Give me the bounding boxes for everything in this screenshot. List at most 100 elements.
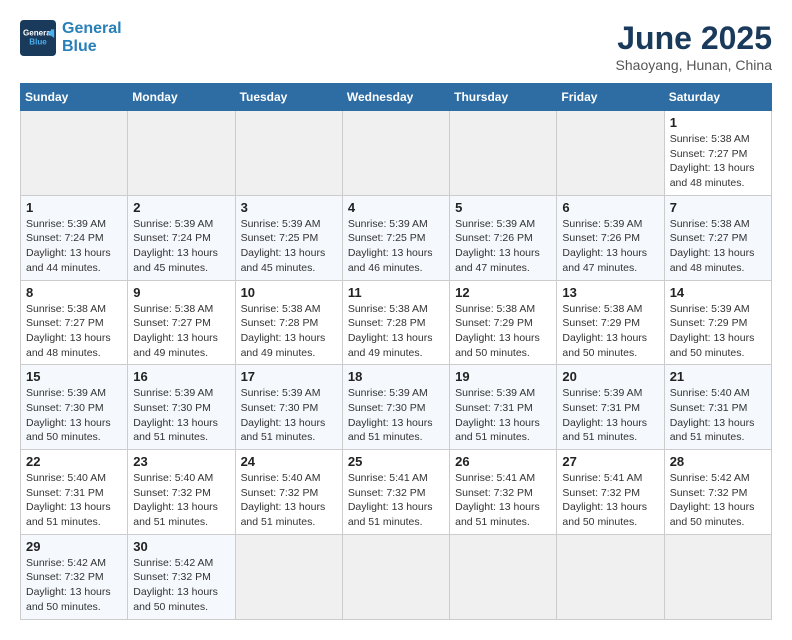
calendar-cell: 9 Sunrise: 5:38 AMSunset: 7:27 PMDaylight… — [128, 280, 235, 365]
calendar-cell: 21 Sunrise: 5:40 AMSunset: 7:31 PMDayligh… — [664, 365, 771, 450]
svg-text:Blue: Blue — [29, 37, 47, 46]
day-number: 8 — [26, 285, 122, 300]
calendar-cell — [128, 111, 235, 196]
day-number: 13 — [562, 285, 658, 300]
day-info: Sunrise: 5:42 AMSunset: 7:32 PMDaylight:… — [133, 556, 229, 615]
calendar-cell: 14 Sunrise: 5:39 AMSunset: 7:29 PMDayligh… — [664, 280, 771, 365]
col-friday: Friday — [557, 84, 664, 111]
calendar-cell: 12 Sunrise: 5:38 AMSunset: 7:29 PMDayligh… — [450, 280, 557, 365]
day-number: 24 — [241, 454, 337, 469]
calendar-cell: 8 Sunrise: 5:38 AMSunset: 7:27 PMDaylight… — [21, 280, 128, 365]
calendar-cell — [450, 111, 557, 196]
day-number: 3 — [241, 200, 337, 215]
day-info: Sunrise: 5:38 AMSunset: 7:28 PMDaylight:… — [241, 302, 337, 361]
day-info: Sunrise: 5:38 AMSunset: 7:27 PMDaylight:… — [670, 132, 766, 191]
day-info: Sunrise: 5:38 AMSunset: 7:27 PMDaylight:… — [670, 217, 766, 276]
day-number: 30 — [133, 539, 229, 554]
day-number: 2 — [133, 200, 229, 215]
day-info: Sunrise: 5:38 AMSunset: 7:29 PMDaylight:… — [562, 302, 658, 361]
calendar-cell — [450, 534, 557, 619]
calendar-cell: 19Sunrise: 5:39 AMSunset: 7:31 PMDayligh… — [450, 365, 557, 450]
day-number: 6 — [562, 200, 658, 215]
calendar-cell: 1Sunrise: 5:38 AMSunset: 7:27 PMDaylight… — [664, 111, 771, 196]
calendar-cell: 13 Sunrise: 5:38 AMSunset: 7:29 PMDayligh… — [557, 280, 664, 365]
calendar-cell: 22 Sunrise: 5:40 AMSunset: 7:31 PMDayligh… — [21, 450, 128, 535]
calendar-cell: 18Sunrise: 5:39 AMSunset: 7:30 PMDayligh… — [342, 365, 449, 450]
calendar-cell: 29 Sunrise: 5:42 AMSunset: 7:32 PMDayligh… — [21, 534, 128, 619]
day-info: Sunrise: 5:38 AMSunset: 7:27 PMDaylight:… — [26, 302, 122, 361]
title-block: June 2025 Shaoyang, Hunan, China — [616, 20, 772, 73]
calendar-table: SundayMondayTuesdayWednesdayThursdayFrid… — [20, 83, 772, 620]
month-title: June 2025 — [616, 20, 772, 57]
day-number: 28 — [670, 454, 766, 469]
calendar-cell: 10 Sunrise: 5:38 AMSunset: 7:28 PMDayligh… — [235, 280, 342, 365]
calendar-cell: 25Sunrise: 5:41 AMSunset: 7:32 PMDayligh… — [342, 450, 449, 535]
location: Shaoyang, Hunan, China — [616, 57, 772, 73]
calendar-cell — [664, 534, 771, 619]
day-number: 4 — [348, 200, 444, 215]
day-info: Sunrise: 5:39 AMSunset: 7:30 PMDaylight:… — [241, 386, 337, 445]
day-info: Sunrise: 5:40 AMSunset: 7:32 PMDaylight:… — [133, 471, 229, 530]
calendar-cell — [235, 534, 342, 619]
day-info: Sunrise: 5:39 AMSunset: 7:31 PMDaylight:… — [455, 386, 551, 445]
day-info: Sunrise: 5:42 AMSunset: 7:32 PMDaylight:… — [26, 556, 122, 615]
day-number: 20 — [562, 369, 658, 384]
calendar-cell: 6 Sunrise: 5:39 AMSunset: 7:26 PMDaylight… — [557, 195, 664, 280]
calendar-cell: 15 Sunrise: 5:39 AMSunset: 7:30 PMDayligh… — [21, 365, 128, 450]
calendar-cell: 11Sunrise: 5:38 AMSunset: 7:28 PMDayligh… — [342, 280, 449, 365]
day-info: Sunrise: 5:39 AMSunset: 7:24 PMDaylight:… — [133, 217, 229, 276]
day-number: 10 — [241, 285, 337, 300]
day-info: Sunrise: 5:40 AMSunset: 7:31 PMDaylight:… — [26, 471, 122, 530]
col-saturday: Saturday — [664, 84, 771, 111]
day-number: 14 — [670, 285, 766, 300]
day-info: Sunrise: 5:41 AMSunset: 7:32 PMDaylight:… — [562, 471, 658, 530]
calendar-cell: 24Sunrise: 5:40 AMSunset: 7:32 PMDayligh… — [235, 450, 342, 535]
day-number: 27 — [562, 454, 658, 469]
calendar-cell: 30 Sunrise: 5:42 AMSunset: 7:32 PMDayligh… — [128, 534, 235, 619]
page-header: General Blue General Blue June 2025 Shao… — [20, 20, 772, 73]
col-sunday: Sunday — [21, 84, 128, 111]
day-number: 16 — [133, 369, 229, 384]
day-info: Sunrise: 5:41 AMSunset: 7:32 PMDaylight:… — [348, 471, 444, 530]
day-number: 29 — [26, 539, 122, 554]
day-number: 15 — [26, 369, 122, 384]
logo-icon: General Blue — [20, 20, 56, 56]
day-info: Sunrise: 5:39 AMSunset: 7:26 PMDaylight:… — [562, 217, 658, 276]
day-number: 12 — [455, 285, 551, 300]
calendar-cell: 2 Sunrise: 5:39 AMSunset: 7:24 PMDaylight… — [128, 195, 235, 280]
day-number: 22 — [26, 454, 122, 469]
day-info: Sunrise: 5:39 AMSunset: 7:31 PMDaylight:… — [562, 386, 658, 445]
col-thursday: Thursday — [450, 84, 557, 111]
day-info: Sunrise: 5:39 AMSunset: 7:25 PMDaylight:… — [348, 217, 444, 276]
day-number: 26 — [455, 454, 551, 469]
col-tuesday: Tuesday — [235, 84, 342, 111]
calendar-cell — [21, 111, 128, 196]
calendar-cell — [557, 534, 664, 619]
day-number: 11 — [348, 285, 444, 300]
day-info: Sunrise: 5:42 AMSunset: 7:32 PMDaylight:… — [670, 471, 766, 530]
day-info: Sunrise: 5:39 AMSunset: 7:30 PMDaylight:… — [133, 386, 229, 445]
calendar-cell: 16 Sunrise: 5:39 AMSunset: 7:30 PMDayligh… — [128, 365, 235, 450]
col-monday: Monday — [128, 84, 235, 111]
day-info: Sunrise: 5:38 AMSunset: 7:27 PMDaylight:… — [133, 302, 229, 361]
day-info: Sunrise: 5:39 AMSunset: 7:30 PMDaylight:… — [26, 386, 122, 445]
calendar-cell: 1Sunrise: 5:39 AMSunset: 7:24 PMDaylight… — [21, 195, 128, 280]
day-number: 9 — [133, 285, 229, 300]
day-info: Sunrise: 5:40 AMSunset: 7:31 PMDaylight:… — [670, 386, 766, 445]
calendar-cell — [342, 534, 449, 619]
day-number: 18 — [348, 369, 444, 384]
day-info: Sunrise: 5:39 AMSunset: 7:29 PMDaylight:… — [670, 302, 766, 361]
day-info: Sunrise: 5:39 AMSunset: 7:24 PMDaylight:… — [26, 217, 122, 276]
logo-text: General Blue — [62, 20, 122, 55]
calendar-cell: 4 Sunrise: 5:39 AMSunset: 7:25 PMDaylight… — [342, 195, 449, 280]
day-number: 23 — [133, 454, 229, 469]
day-number: 21 — [670, 369, 766, 384]
col-wednesday: Wednesday — [342, 84, 449, 111]
day-info: Sunrise: 5:38 AMSunset: 7:29 PMDaylight:… — [455, 302, 551, 361]
calendar-cell: 20 Sunrise: 5:39 AMSunset: 7:31 PMDayligh… — [557, 365, 664, 450]
logo: General Blue General Blue — [20, 20, 122, 56]
day-info: Sunrise: 5:39 AMSunset: 7:25 PMDaylight:… — [241, 217, 337, 276]
calendar-cell: 5Sunrise: 5:39 AMSunset: 7:26 PMDaylight… — [450, 195, 557, 280]
day-number: 7 — [670, 200, 766, 215]
calendar-cell: 3 Sunrise: 5:39 AMSunset: 7:25 PMDaylight… — [235, 195, 342, 280]
